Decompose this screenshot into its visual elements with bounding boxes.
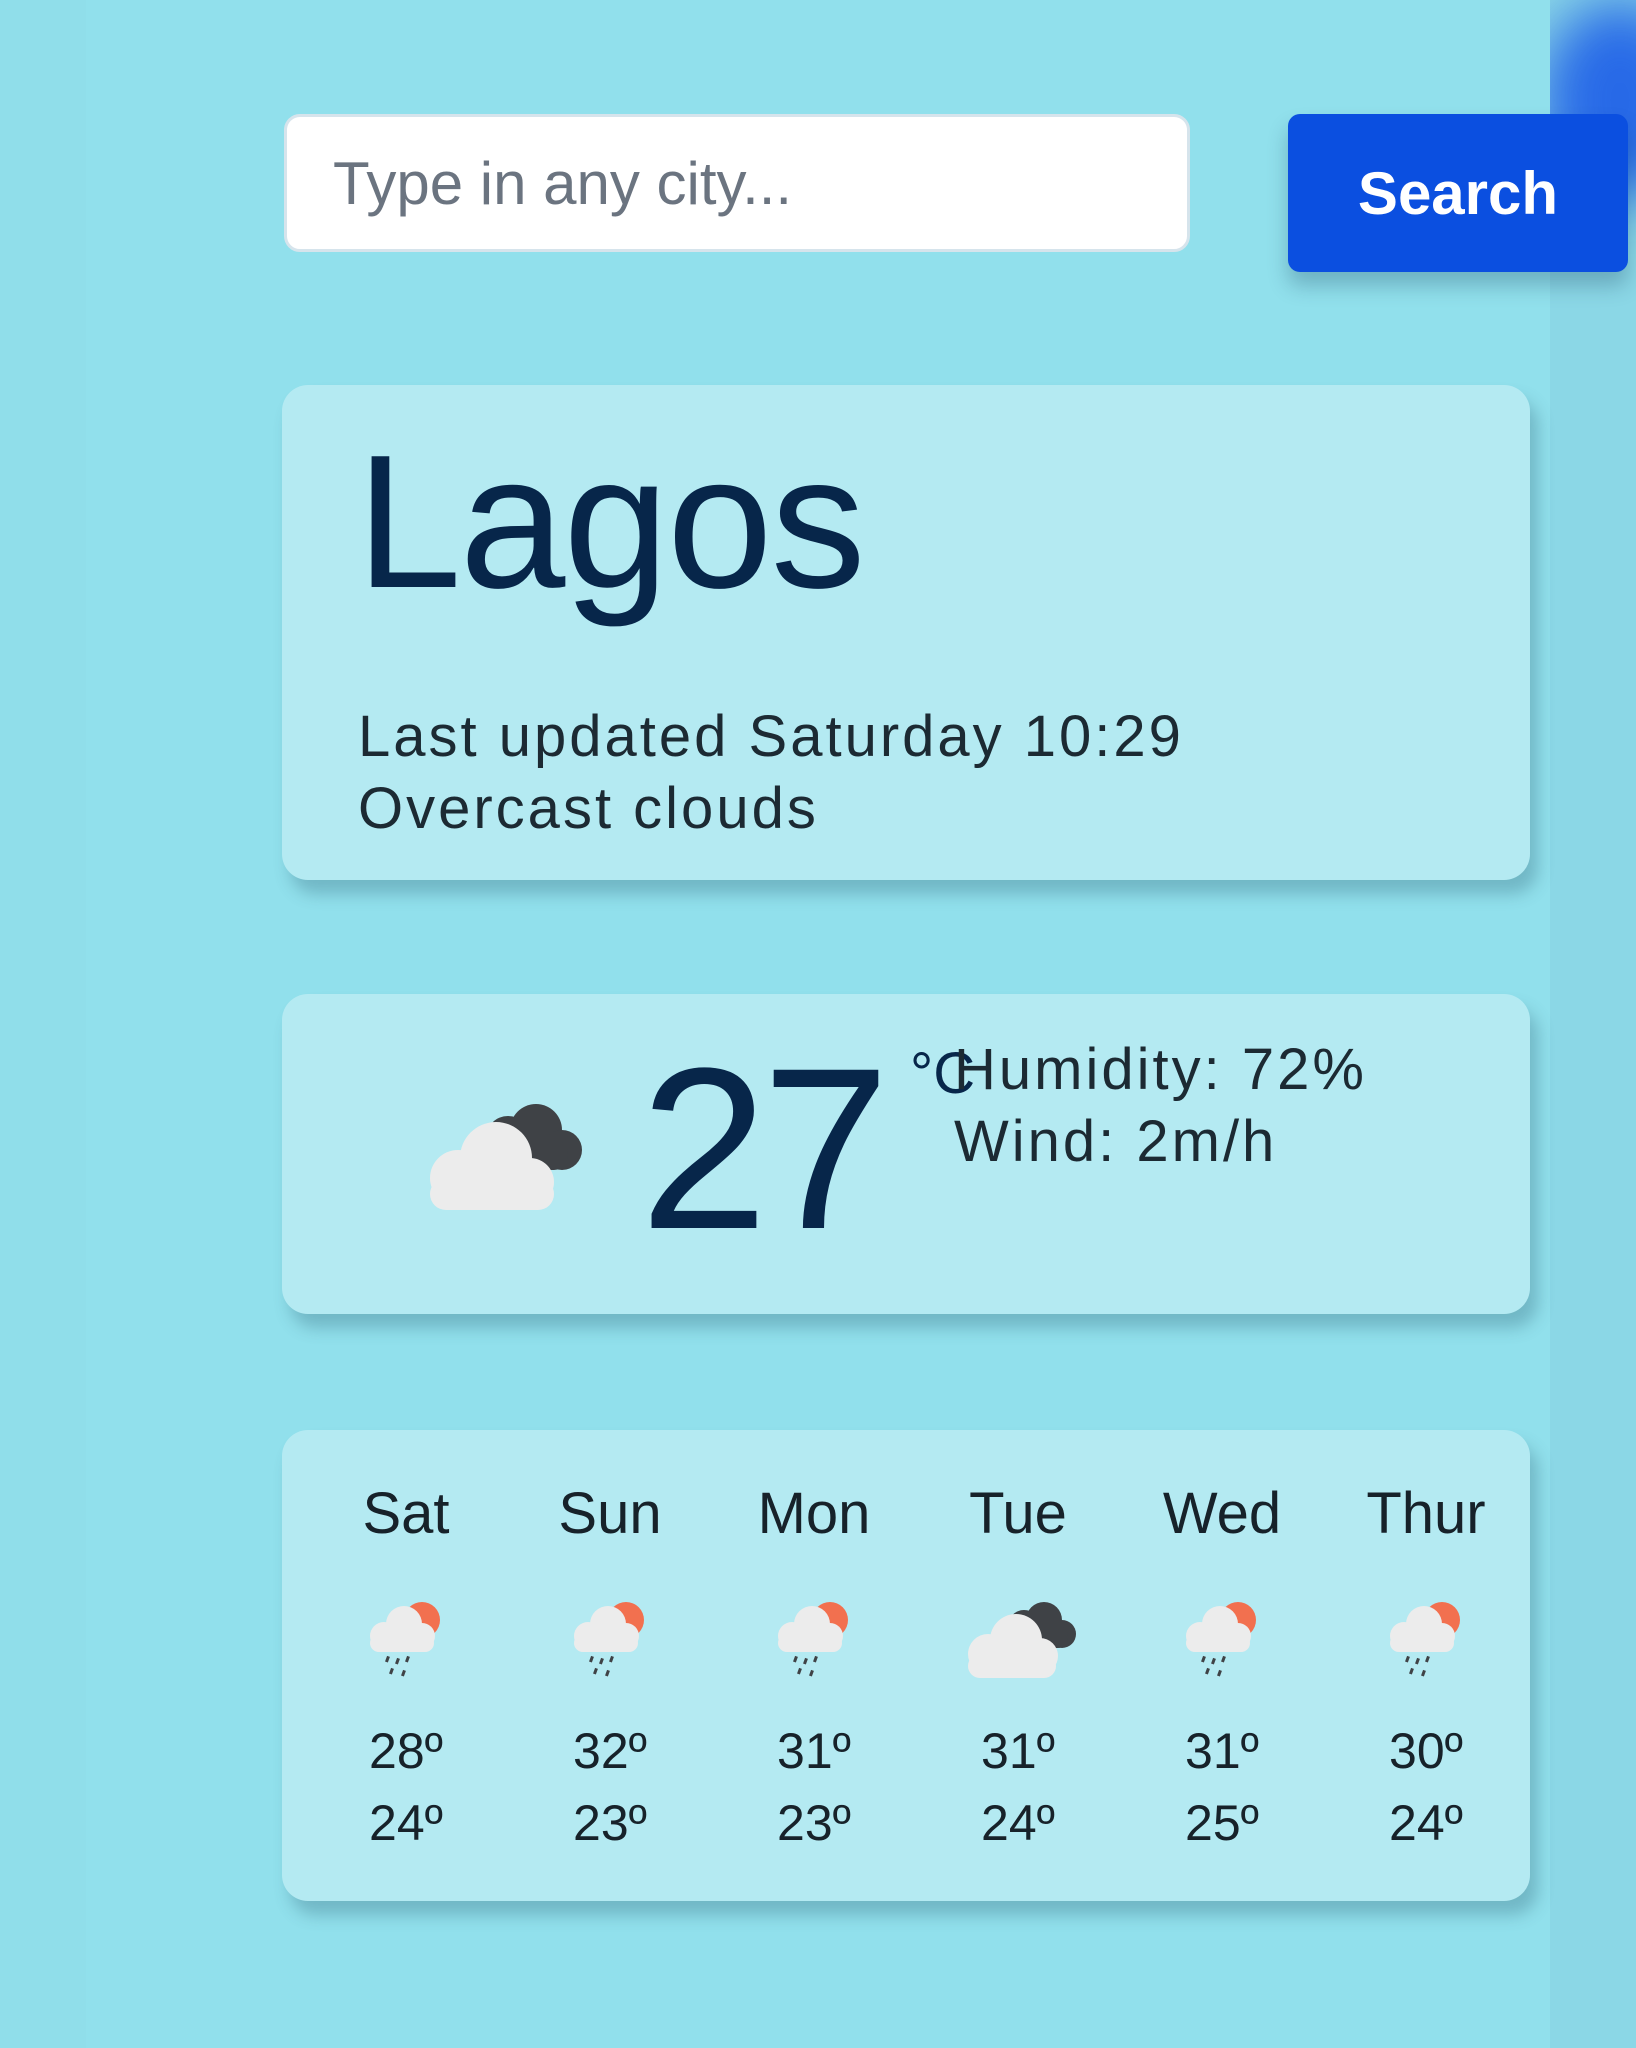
forecast-high-temp: 32º	[573, 1723, 647, 1779]
last-updated-text: Last updated Saturday 10:29	[358, 704, 1184, 769]
right-edge-strip	[1550, 0, 1636, 2048]
forecast-low-temp: 23º	[573, 1795, 647, 1851]
humidity-text: Humidity: 72%	[954, 1037, 1367, 1102]
forecast-high-temp: 31º	[981, 1723, 1055, 1779]
rain-sun-icon	[778, 1602, 848, 1677]
forecast-low-temp: 25º	[1185, 1795, 1259, 1851]
forecast-day: Mon 31º 23º	[724, 1430, 904, 1901]
forecast-high-temp: 31º	[777, 1723, 851, 1779]
weather-app: Search Lagos Last updated Saturday 10:29…	[86, 0, 1628, 2048]
forecast-day: Tue 31º 24º	[928, 1430, 1108, 1901]
forecast-day: Sat 28º 24º	[316, 1430, 496, 1901]
forecast-day-name: Sun	[558, 1481, 662, 1546]
forecast-day-name: Tue	[969, 1481, 1067, 1546]
forecast-high-temp: 28º	[369, 1723, 443, 1779]
forecast-day: Wed 31º 25º	[1132, 1430, 1312, 1901]
city-name: Lagos	[356, 416, 866, 628]
forecast-card: Sat 28º 24º Sun 32º 23º Mon 31º 23º Tue …	[282, 1430, 1530, 1901]
forecast-low-temp: 24º	[981, 1795, 1055, 1851]
current-weather-card: 27 °C Humidity: 72% Wind: 2m/h	[282, 994, 1530, 1314]
forecast-low-temp: 23º	[777, 1795, 851, 1851]
left-edge-strip	[0, 0, 86, 2048]
current-temperature: 27	[640, 1020, 890, 1277]
forecast-high-temp: 31º	[1185, 1723, 1259, 1779]
forecast-day-name: Sat	[362, 1481, 450, 1546]
rain-sun-icon	[1186, 1602, 1256, 1677]
forecast-day: Sun 32º 23º	[520, 1430, 700, 1901]
weather-condition-text: Overcast clouds	[358, 776, 819, 841]
wind-text: Wind: 2m/h	[954, 1109, 1278, 1174]
city-card: Lagos Last updated Saturday 10:29 Overca…	[282, 385, 1530, 880]
overcast-clouds-icon	[968, 1602, 1076, 1678]
rain-sun-icon	[1390, 1602, 1460, 1677]
forecast-low-temp: 24º	[1389, 1795, 1463, 1851]
forecast-row: Sat 28º 24º Sun 32º 23º Mon 31º 23º Tue …	[282, 1430, 1530, 1901]
forecast-day-name: Wed	[1162, 1481, 1282, 1546]
rain-sun-icon	[370, 1602, 440, 1677]
forecast-day-name: Mon	[757, 1481, 871, 1546]
forecast-high-temp: 30º	[1389, 1723, 1463, 1779]
forecast-low-temp: 24º	[369, 1795, 443, 1851]
forecast-day: Thur 30º 24º	[1336, 1430, 1516, 1901]
search-button[interactable]: Search	[1288, 114, 1628, 272]
city-search-input[interactable]	[284, 114, 1190, 252]
forecast-day-name: Thur	[1366, 1481, 1486, 1546]
overcast-clouds-icon	[430, 1104, 582, 1210]
rain-sun-icon	[574, 1602, 644, 1677]
